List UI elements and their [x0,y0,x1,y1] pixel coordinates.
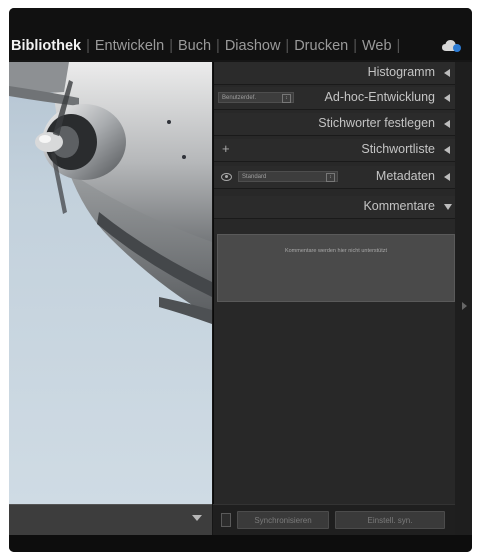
panel-title: Stichworter festlegen [318,116,435,130]
collapse-arrow-icon[interactable] [444,173,450,181]
panel-title: Kommentare [363,199,435,213]
photo-preview[interactable] [9,62,212,504]
panel-keywording-header[interactable]: Stichworter festlegen [214,113,457,136]
panel-histogram-header[interactable]: Histogramm [214,62,457,85]
chevron-right-icon[interactable] [462,302,467,310]
collapse-arrow-icon[interactable] [444,94,450,102]
side-panel-toggle[interactable] [455,62,472,535]
module-slideshow[interactable]: Diashow [225,38,281,54]
collapse-arrow-icon[interactable] [444,146,450,154]
comments-area: Kommentare werden hier nicht unterstützt [217,234,455,302]
module-list: Bibliothek | Entwickeln | Buch | Diashow… [11,35,405,57]
module-separator: | [216,38,220,54]
stepper-icon: ↕ [282,94,291,103]
stepper-icon: ↕ [326,173,335,182]
module-separator: | [285,38,290,54]
sync-button[interactable]: Synchronisieren [237,511,329,529]
metadata-preset-value: Standard [242,174,267,180]
module-print[interactable]: Drucken [294,38,348,54]
sync-settings-button[interactable]: Einstell. syn. [335,511,445,529]
module-separator: | [396,38,401,54]
preset-select[interactable]: Benutzerdef. ↕ [218,92,294,103]
collapse-arrow-icon[interactable] [444,69,450,77]
eye-icon[interactable] [221,173,232,181]
panel-title: Histogramm [367,65,435,79]
filmstrip-bar [9,504,212,535]
auto-sync-toggle[interactable] [221,513,231,527]
preset-value: Benutzerdef. [222,95,257,101]
panel-keyword-list-header[interactable]: + Stichwortliste [214,139,457,162]
module-develop[interactable]: Entwickeln [95,38,164,54]
panel-title: Stichwortliste [361,142,435,156]
module-library[interactable]: Bibliothek [11,38,81,54]
collapse-arrow-icon[interactable] [444,120,450,128]
panel-title: Metadaten [375,169,435,183]
panel-comments-header[interactable]: Kommentare [214,196,457,219]
lightroom-window: Bibliothek | Entwickeln | Buch | Diashow… [9,8,472,552]
cloud-sync-icon[interactable] [441,37,463,53]
panel-quick-develop-header[interactable]: Benutzerdef. ↕ Ad-hoc-Entwicklung [214,87,457,110]
module-web[interactable]: Web [362,38,392,54]
sync-bar: Synchronisieren Einstell. syn. [213,504,456,536]
bottom-edge [9,535,472,552]
metadata-preset-select[interactable]: Standard ↕ [238,171,338,182]
add-keyword-button[interactable]: + [222,141,230,156]
airplane-photo [9,62,212,324]
panel-title: Ad-hoc-Entwicklung [324,90,435,104]
module-picker: Bibliothek | Entwickeln | Buch | Diashow… [9,8,472,60]
panel-metadata-header[interactable]: Standard ↕ Metadaten [214,166,457,189]
module-separator: | [169,38,173,54]
module-separator: | [86,38,90,54]
module-book[interactable]: Buch [178,38,211,54]
module-separator: | [353,38,357,54]
chevron-down-icon[interactable] [192,515,202,521]
right-panel: Histogramm Benutzerdef. ↕ Ad-hoc-Entwick… [213,62,457,535]
expand-arrow-icon[interactable] [444,204,452,210]
comments-unsupported-message: Kommentare werden hier nicht unterstützt [284,248,388,254]
